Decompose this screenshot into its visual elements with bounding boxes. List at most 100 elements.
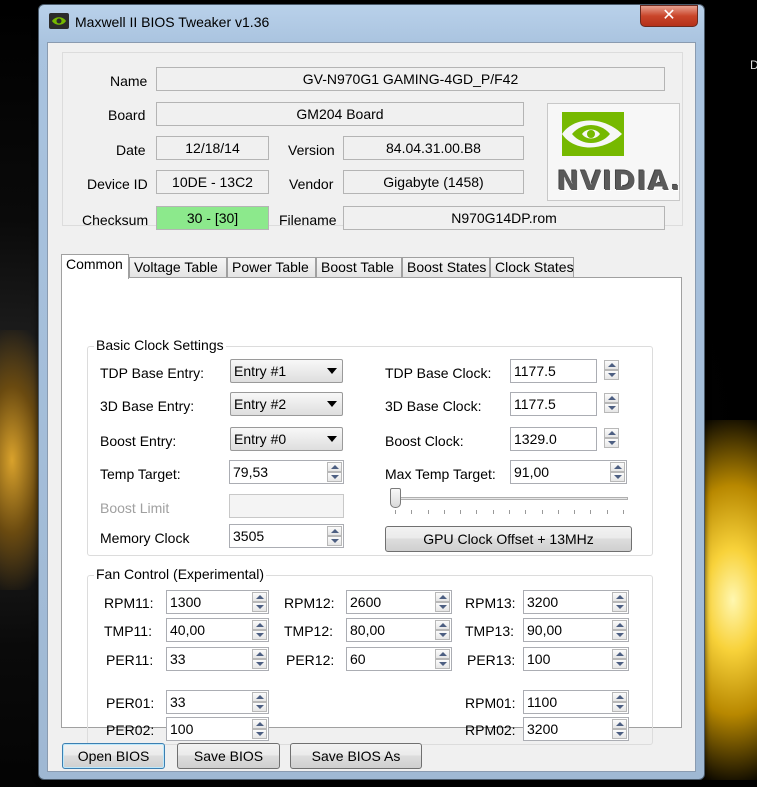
tab-power-table[interactable]: Power Table	[227, 257, 316, 278]
boost-entry-select[interactable]: Entry #0	[230, 427, 343, 451]
3d-base-entry-label: 3D Base Entry:	[100, 398, 195, 414]
3d-base-clock-input[interactable]: 1177.5	[510, 392, 597, 416]
spinner-buttons	[612, 692, 627, 712]
tab-clock-states[interactable]: Clock States	[490, 257, 574, 278]
tdp-base-clock-input[interactable]: 1177.5	[510, 359, 597, 383]
spin-down-icon[interactable]	[252, 729, 267, 739]
date-label: Date	[116, 142, 146, 158]
per13-label: PER13:	[467, 652, 516, 668]
spin-up-icon[interactable]	[327, 462, 342, 472]
spin-up-icon[interactable]	[612, 719, 627, 729]
spin-down-icon[interactable]	[612, 659, 627, 669]
spinner-buttons	[604, 360, 619, 380]
spin-down-icon[interactable]	[252, 702, 267, 712]
spin-up-icon[interactable]	[604, 360, 619, 370]
clock-offset-slider-thumb[interactable]	[390, 488, 401, 508]
board-field[interactable]: GM204 Board	[156, 102, 524, 126]
3d-base-entry-value: Entry #2	[234, 396, 287, 412]
version-field[interactable]: 84.04.31.00.B8	[343, 136, 524, 160]
spin-up-icon[interactable]	[435, 620, 450, 630]
name-field[interactable]: GV-N970G1 GAMING-4GD_P/F42	[156, 67, 665, 91]
temp-target-spinner[interactable]: 79,53	[229, 460, 344, 484]
gpu-clock-offset-button[interactable]: GPU Clock Offset + 13MHz	[385, 526, 632, 552]
3d-base-entry-select[interactable]: Entry #2	[230, 392, 343, 416]
spin-up-icon[interactable]	[327, 526, 342, 536]
spin-down-icon[interactable]	[435, 630, 450, 640]
spin-up-icon[interactable]	[604, 428, 619, 438]
spin-up-icon[interactable]	[612, 649, 627, 659]
vendor-field[interactable]: Gigabyte (1458)	[343, 170, 524, 194]
tmp13-spinner[interactable]: 90,00	[523, 618, 629, 642]
rpm01-spinner[interactable]: 1100	[523, 690, 629, 714]
per12-spinner[interactable]: 60	[346, 647, 452, 671]
rpm11-spinner[interactable]: 1300	[166, 590, 269, 614]
spin-down-icon[interactable]	[604, 438, 619, 448]
save-bios-as-button[interactable]: Save BIOS As	[290, 743, 422, 769]
boost-limit-label: Boost Limit	[100, 500, 170, 516]
slider-tick	[525, 510, 526, 514]
rpm13-value: 3200	[527, 594, 559, 610]
filename-field[interactable]: N970G14DP.rom	[343, 206, 665, 230]
rpm13-spinner[interactable]: 3200	[523, 590, 629, 614]
checksum-field[interactable]: 30 - [30]	[156, 206, 269, 230]
rpm02-spinner[interactable]: 3200	[523, 717, 629, 741]
spin-down-icon[interactable]	[612, 602, 627, 612]
open-bios-button[interactable]: Open BIOS	[62, 743, 165, 769]
slider-tick	[395, 510, 396, 514]
spin-down-icon[interactable]	[327, 472, 342, 482]
spin-up-icon[interactable]	[612, 620, 627, 630]
spin-down-icon[interactable]	[252, 602, 267, 612]
tmp11-spinner[interactable]: 40,00	[166, 618, 269, 642]
per01-spinner[interactable]: 33	[166, 690, 269, 714]
spin-up-icon[interactable]	[252, 649, 267, 659]
spin-up-icon[interactable]	[435, 592, 450, 602]
tab-boost-states[interactable]: Boost States	[402, 257, 490, 278]
spin-down-icon[interactable]	[252, 630, 267, 640]
spinner-buttons	[435, 592, 450, 612]
spin-up-icon[interactable]	[612, 592, 627, 602]
spin-down-icon[interactable]	[435, 659, 450, 669]
max-temp-target-spinner[interactable]: 91,00	[510, 460, 627, 484]
spin-down-icon[interactable]	[604, 370, 619, 380]
memory-clock-spinner[interactable]: 3505	[229, 524, 344, 548]
per13-value: 100	[527, 651, 551, 667]
per13-spinner[interactable]: 100	[523, 647, 629, 671]
spin-down-icon[interactable]	[612, 630, 627, 640]
close-button[interactable]: ✕	[640, 5, 698, 27]
vendor-label: Vendor	[289, 176, 334, 192]
spin-up-icon[interactable]	[610, 462, 625, 472]
spin-down-icon[interactable]	[327, 536, 342, 546]
spin-up-icon[interactable]	[604, 393, 619, 403]
spinner-buttons	[252, 620, 267, 640]
memory-clock-label: Memory Clock	[100, 530, 190, 546]
tab-voltage-table[interactable]: Voltage Table	[129, 257, 227, 278]
tab-boost-table[interactable]: Boost Table	[316, 257, 402, 278]
tab-common[interactable]: Common	[61, 254, 129, 279]
title-bar[interactable]: Maxwell II BIOS Tweaker v1.36 ✕	[39, 5, 704, 39]
boost-clock-label: Boost Clock:	[385, 433, 464, 449]
spin-down-icon[interactable]	[252, 659, 267, 669]
spinner-buttons	[612, 649, 627, 669]
spin-down-icon[interactable]	[604, 403, 619, 413]
rpm12-spinner[interactable]: 2600	[346, 590, 452, 614]
spin-down-icon[interactable]	[435, 602, 450, 612]
spin-up-icon[interactable]	[612, 692, 627, 702]
spin-up-icon[interactable]	[435, 649, 450, 659]
date-field[interactable]: 12/18/14	[156, 136, 269, 160]
spin-down-icon[interactable]	[612, 729, 627, 739]
save-bios-button[interactable]: Save BIOS	[177, 743, 280, 769]
spin-up-icon[interactable]	[252, 719, 267, 729]
spin-down-icon[interactable]	[612, 702, 627, 712]
per02-spinner[interactable]: 100	[166, 717, 269, 741]
spin-up-icon[interactable]	[252, 592, 267, 602]
spin-down-icon[interactable]	[610, 472, 625, 482]
boost-clock-input[interactable]: 1329.0	[510, 427, 597, 451]
per11-spinner[interactable]: 33	[166, 647, 269, 671]
tmp12-label: TMP12:	[284, 623, 334, 639]
tdp-base-entry-select[interactable]: Entry #1	[230, 359, 343, 383]
spin-up-icon[interactable]	[252, 620, 267, 630]
tmp12-spinner[interactable]: 80,00	[346, 618, 452, 642]
device-id-field[interactable]: 10DE - 13C2	[156, 170, 269, 194]
spin-up-icon[interactable]	[252, 692, 267, 702]
slider-track[interactable]	[390, 497, 628, 500]
